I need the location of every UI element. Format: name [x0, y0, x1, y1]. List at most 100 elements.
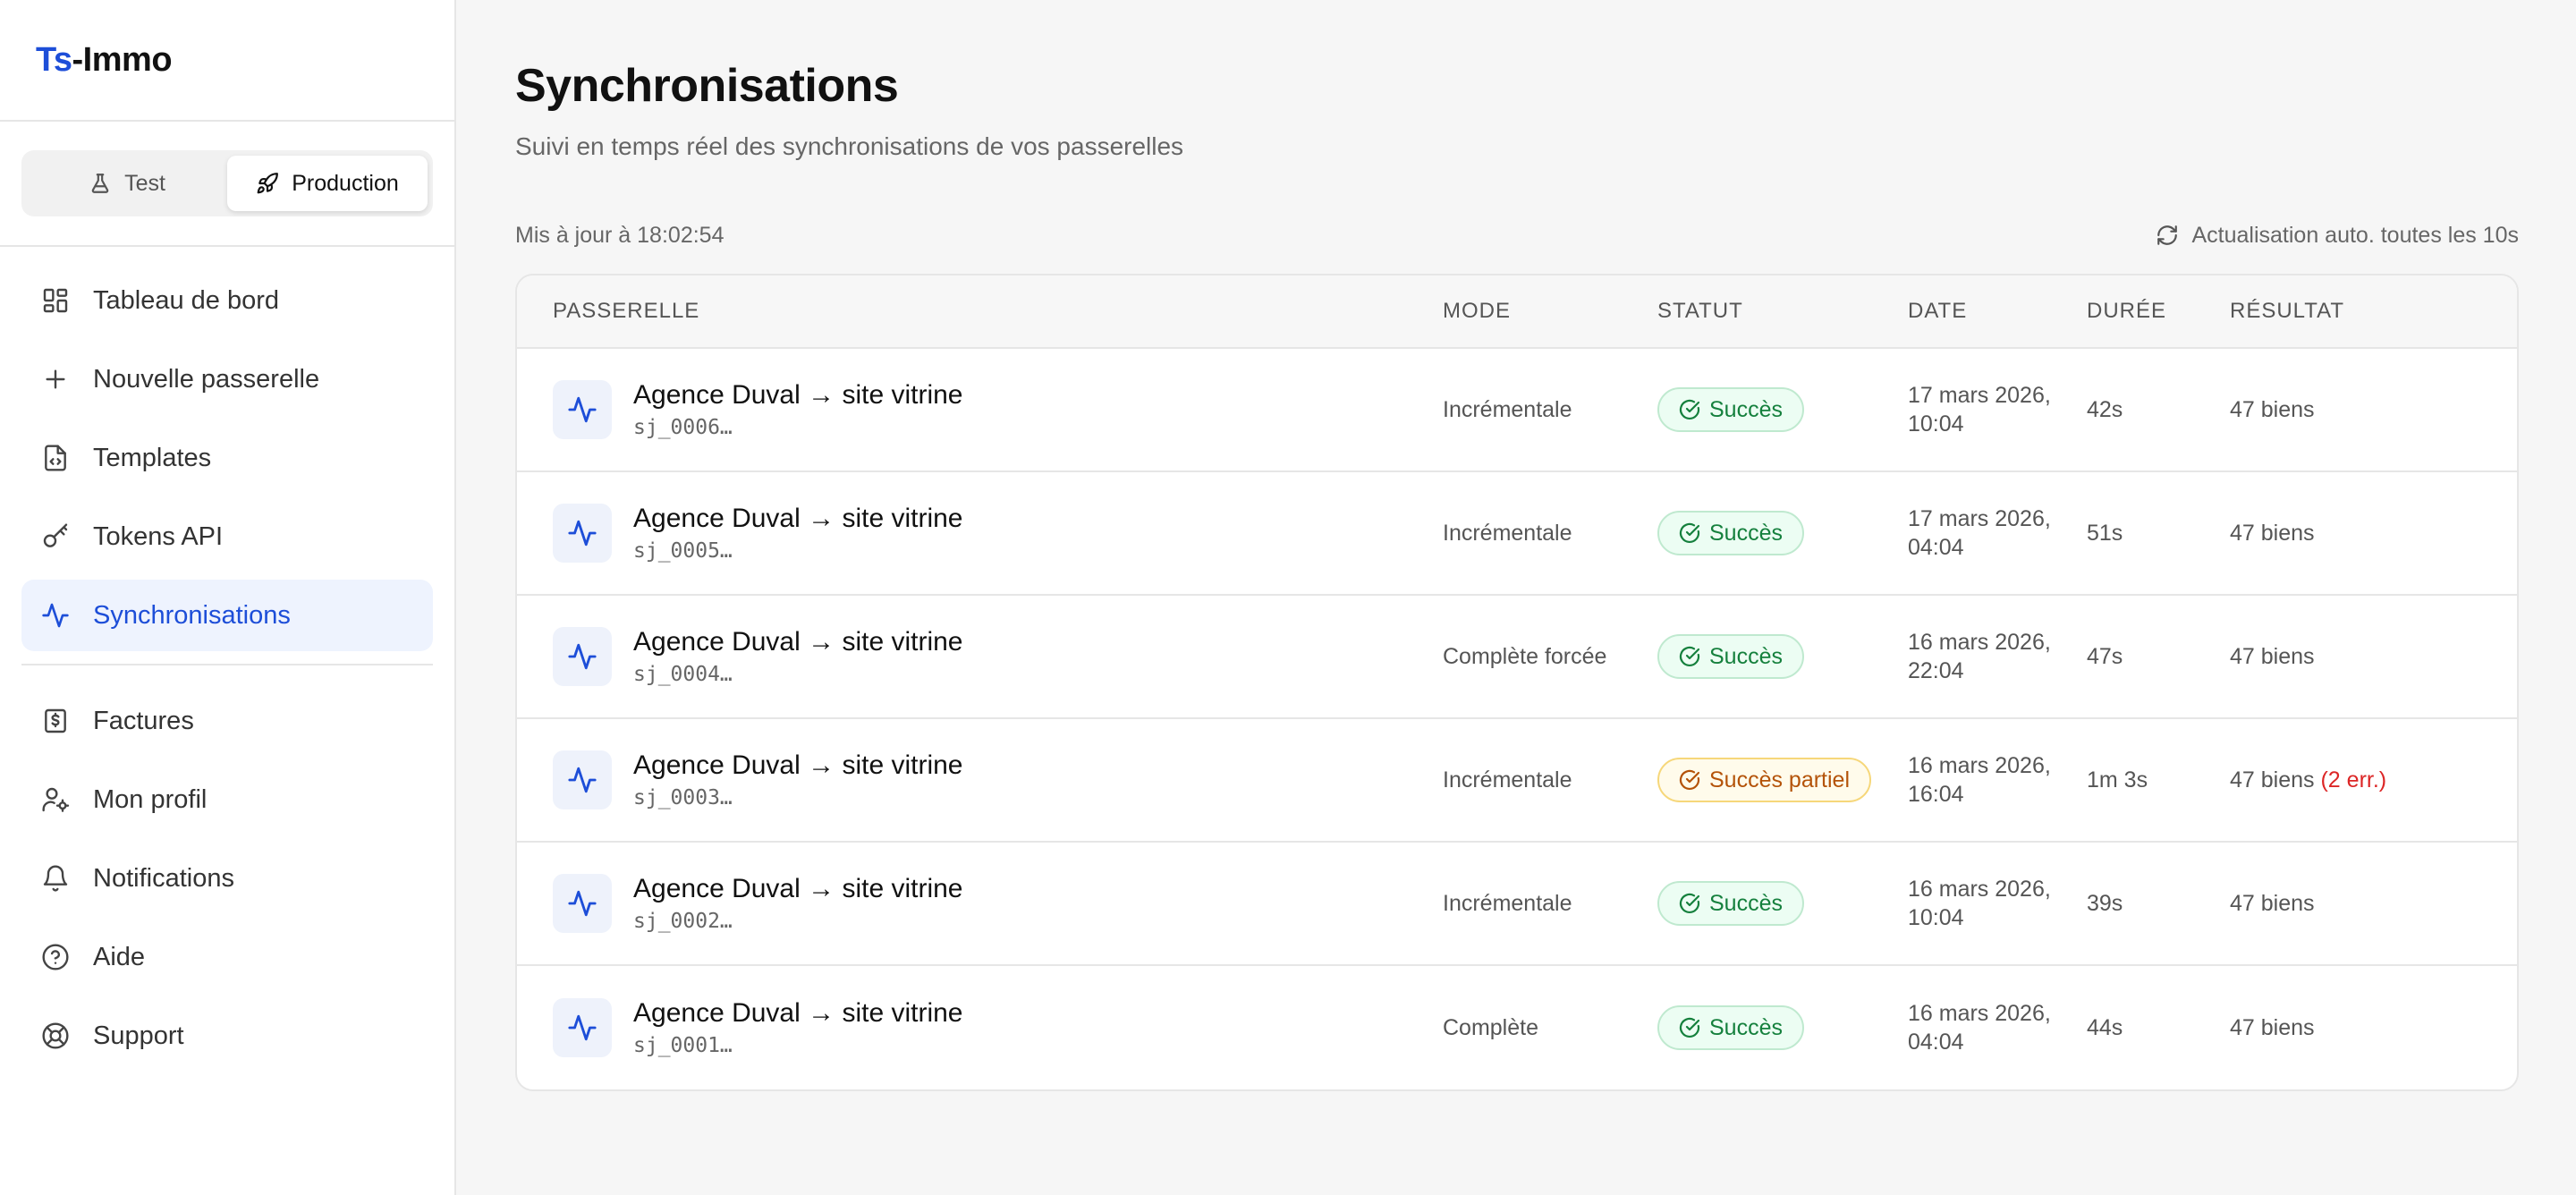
date-time: 10:04	[1908, 905, 1964, 930]
status-label: Succès partiel	[1709, 767, 1851, 792]
job-id: sj_0002…	[633, 910, 733, 933]
status-badge: Succès	[1657, 387, 1804, 432]
lifebuoy-icon	[42, 1022, 69, 1049]
date-cell: 16 mars 2026, 16:04	[1908, 751, 2087, 809]
check-circle-icon	[1679, 646, 1700, 667]
date-cell: 16 mars 2026, 04:04	[1908, 999, 2087, 1056]
col-header-result: RÉSULTAT	[2230, 299, 2345, 323]
result-count: 47 biens	[2230, 397, 2315, 422]
nav-label: Factures	[93, 706, 194, 735]
check-circle-icon	[1679, 769, 1700, 791]
result-cell: 47 biens	[2230, 519, 2517, 547]
nav-item-notifications[interactable]: Notifications	[21, 843, 433, 914]
date-cell: 16 mars 2026, 22:04	[1908, 628, 2087, 685]
gateway-cell: Agence Duval → site vitrine sj_0004…	[517, 627, 1443, 686]
result-cell: 47 biens	[2230, 1013, 2517, 1042]
environment-toggle: Test Production	[21, 150, 433, 216]
nav-item-dashboard[interactable]: Tableau de bord	[21, 265, 433, 336]
gateway-name: Agence Duval → site vitrine	[633, 627, 963, 657]
auto-refresh-label: Actualisation auto. toutes les 10s	[2191, 222, 2519, 248]
nav-item-synchronisations[interactable]: Synchronisations	[21, 580, 433, 651]
meta-row: Mis à jour à 18:02:54 Actualisation auto…	[515, 220, 2519, 250]
auto-refresh[interactable]: Actualisation auto. toutes les 10s	[2156, 223, 2519, 249]
job-id: sj_0006…	[633, 416, 733, 439]
receipt-icon	[45, 708, 66, 733]
status-badge: Succès	[1657, 881, 1804, 926]
col-header-date: DATE	[1908, 299, 1968, 323]
activity-icon	[568, 1014, 597, 1041]
activity-icon	[568, 396, 597, 423]
date-time: 22:04	[1908, 658, 1964, 683]
status-label: Succès	[1709, 1014, 1783, 1040]
table-row[interactable]: Agence Duval → site vitrine sj_0006… Inc…	[517, 349, 2517, 472]
sync-table: PASSERELLE MODE STATUT DATE DURÉE RÉSULT…	[515, 274, 2519, 1091]
sidebar: Ts -Immo Test Production Tableau de bord …	[0, 0, 456, 1195]
nav-item-new-gateway[interactable]: Nouvelle passerelle	[21, 343, 433, 415]
gateway-cell: Agence Duval → site vitrine sj_0005…	[517, 504, 1443, 563]
status-label: Succès	[1709, 890, 1783, 916]
nav-label: Templates	[93, 443, 212, 472]
status-badge: Succès partiel	[1657, 758, 1872, 802]
bell-icon	[43, 865, 68, 892]
table-row[interactable]: Agence Duval → site vitrine sj_0005… Inc…	[517, 472, 2517, 596]
page-subtitle: Suivi en temps réel des synchronisations…	[515, 132, 1184, 160]
status-label: Succès	[1709, 520, 1783, 546]
mode-cell: Incrémentale	[1443, 891, 1572, 916]
nav-label: Synchronisations	[93, 600, 291, 630]
result-cell: 47 biens	[2230, 395, 2517, 424]
gateway-name: Agence Duval → site vitrine	[633, 380, 963, 410]
job-id: sj_0004…	[633, 663, 733, 686]
sync-icon-box	[553, 998, 612, 1057]
result-cell: 47 biens	[2230, 889, 2517, 918]
nav-item-invoices[interactable]: Factures	[21, 685, 433, 757]
app-logo[interactable]: Ts -Immo	[0, 0, 454, 122]
table-row[interactable]: Agence Duval → site vitrine sj_0001… Com…	[517, 966, 2517, 1089]
main-nav: Tableau de bord Nouvelle passerelle Temp…	[0, 247, 454, 1072]
logo-suffix: -Immo	[72, 40, 173, 79]
date-day: 16 mars 2026,	[1908, 877, 2051, 902]
nav-label: Nouvelle passerelle	[93, 364, 320, 394]
activity-icon	[42, 603, 69, 628]
last-updated: Mis à jour à 18:02:54	[515, 222, 724, 248]
sync-icon-box	[553, 750, 612, 809]
table-header: PASSERELLE MODE STATUT DATE DURÉE RÉSULT…	[517, 275, 2517, 349]
table-row[interactable]: Agence Duval → site vitrine sj_0002… Inc…	[517, 843, 2517, 966]
gateway-name: Agence Duval → site vitrine	[633, 998, 963, 1028]
nav-item-api-tokens[interactable]: Tokens API	[21, 501, 433, 572]
status-cell: Succès	[1657, 511, 1908, 555]
result-count: 47 biens	[2230, 767, 2315, 792]
nav-divider	[21, 664, 433, 665]
duration-cell: 42s	[2087, 397, 2123, 422]
gateway-cell: Agence Duval → site vitrine sj_0001…	[517, 998, 1443, 1057]
result-cell: 47 biens	[2230, 642, 2517, 671]
nav-item-support[interactable]: Support	[21, 1000, 433, 1072]
table-row[interactable]: Agence Duval → site vitrine sj_0004… Com…	[517, 596, 2517, 719]
plus-icon	[46, 369, 65, 389]
nav-label: Tableau de bord	[93, 285, 279, 315]
sync-icon-box	[553, 874, 612, 933]
table-row[interactable]: Agence Duval → site vitrine sj_0003… Inc…	[517, 719, 2517, 843]
nav-item-profile[interactable]: Mon profil	[21, 764, 433, 835]
duration-cell: 44s	[2087, 1015, 2123, 1040]
nav-item-help[interactable]: Aide	[21, 921, 433, 993]
date-cell: 16 mars 2026, 10:04	[1908, 875, 2087, 932]
nav-label: Support	[93, 1021, 184, 1050]
result-errors: (2 err.)	[2320, 767, 2387, 792]
col-header-mode: MODE	[1443, 299, 1511, 323]
mode-cell: Incrémentale	[1443, 397, 1572, 422]
gateway-cell: Agence Duval → site vitrine sj_0003…	[517, 750, 1443, 809]
mode-cell: Incrémentale	[1443, 767, 1572, 792]
check-circle-icon	[1679, 522, 1700, 544]
result-cell: 47 biens (2 err.)	[2230, 766, 2517, 794]
date-day: 16 mars 2026,	[1908, 630, 2051, 655]
env-test-button[interactable]: Test	[27, 156, 227, 211]
table-body: Agence Duval → site vitrine sj_0006… Inc…	[517, 349, 2517, 1089]
check-circle-icon	[1679, 893, 1700, 914]
env-production-button[interactable]: Production	[227, 156, 428, 211]
gateway-cell: Agence Duval → site vitrine sj_0002…	[517, 874, 1443, 933]
job-id: sj_0001…	[633, 1034, 733, 1057]
nav-item-templates[interactable]: Templates	[21, 422, 433, 494]
nav-label: Tokens API	[93, 521, 224, 551]
col-header-gateway: PASSERELLE	[553, 299, 700, 323]
main-content: Synchronisations Suivi en temps réel des…	[456, 0, 2576, 1195]
